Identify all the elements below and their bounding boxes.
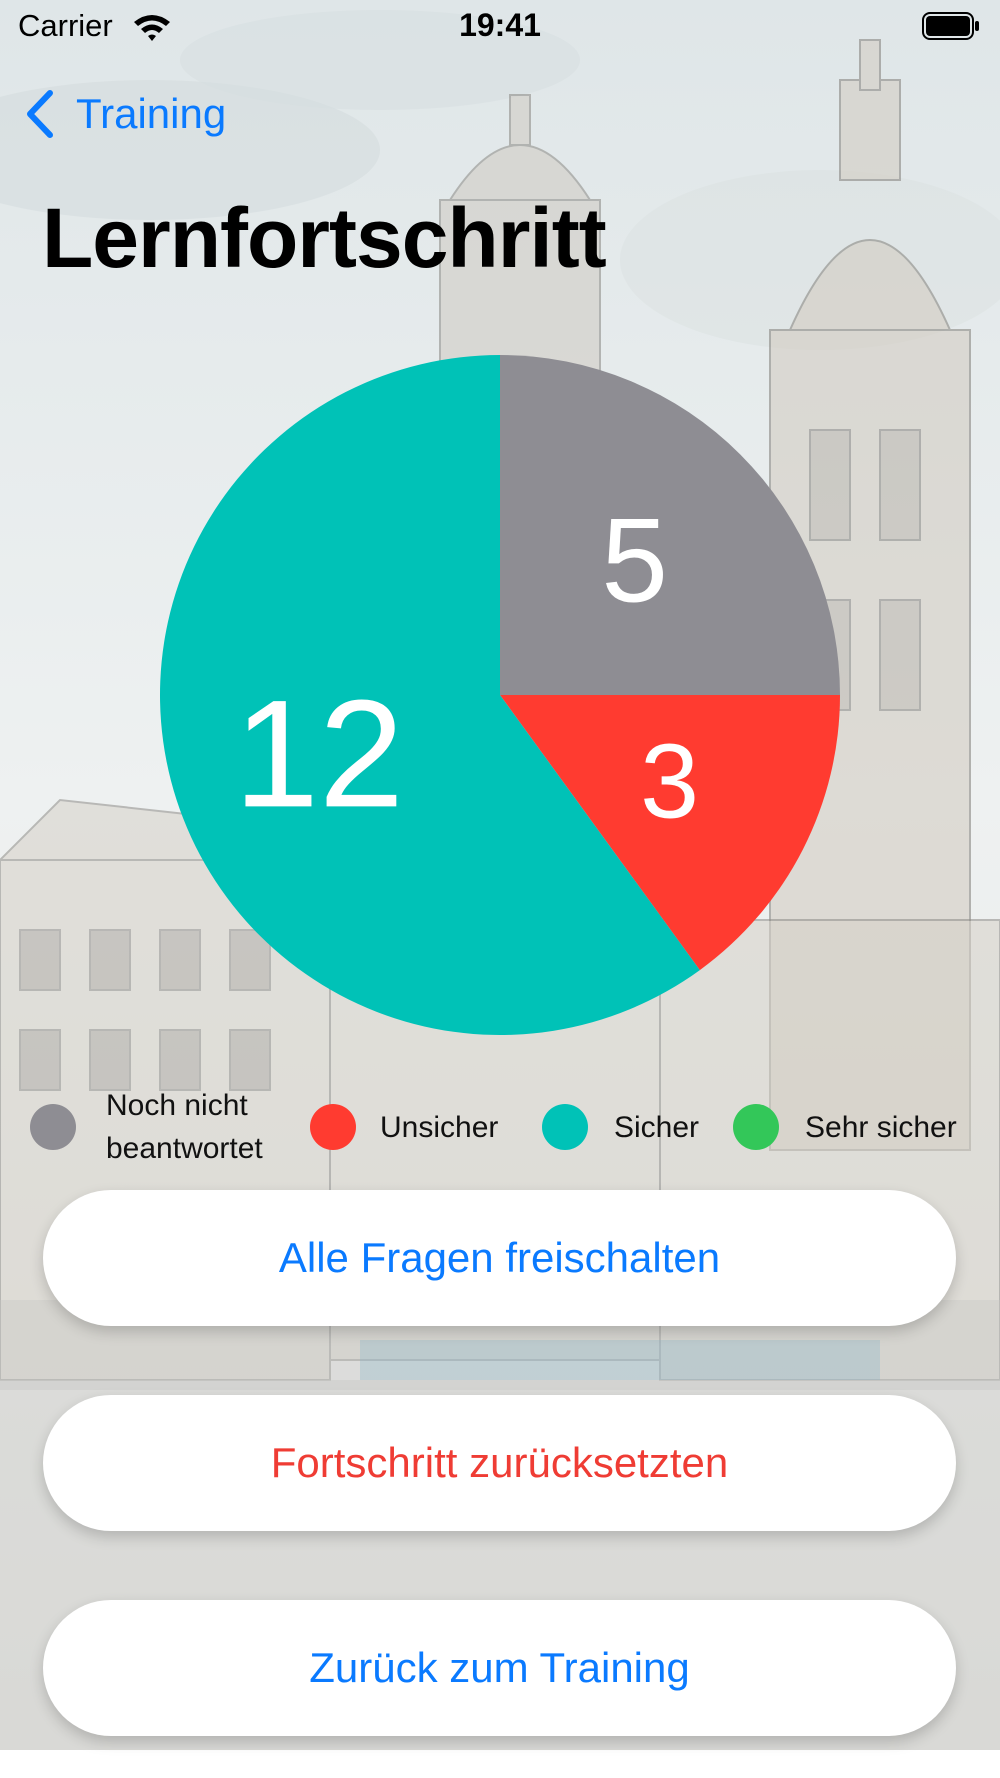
- legend-dot: [30, 1104, 76, 1150]
- page-title: Lernfortschritt: [42, 191, 607, 285]
- legend-item-sure: Sicher: [542, 1084, 699, 1170]
- legend-dot: [542, 1104, 588, 1150]
- back-to-training-button[interactable]: Zurück zum Training: [43, 1600, 956, 1736]
- progress-pie-chart: 5 3 12: [159, 355, 840, 1035]
- back-button[interactable]: Training: [20, 84, 226, 144]
- pie-slice-label: 12: [234, 668, 404, 839]
- pie-slice: [500, 355, 840, 695]
- status-bar: Carrier 19:41: [0, 0, 1000, 56]
- legend-label-line1: Noch nicht: [106, 1089, 248, 1122]
- battery-icon: [922, 12, 979, 40]
- legend-dot: [310, 1104, 356, 1150]
- legend-label: Sicher: [614, 1110, 700, 1144]
- status-time: 19:41: [459, 7, 541, 43]
- pie-slice-label: 3: [640, 722, 699, 840]
- legend-label-line2: beantwortet: [106, 1132, 263, 1165]
- chevron-left-icon: [27, 90, 53, 138]
- legend-item-unsure: Unsicher: [310, 1084, 498, 1170]
- legend-label: Sehr sicher: [805, 1110, 957, 1144]
- legend-item-very-sure: Sehr sicher: [733, 1084, 957, 1170]
- legend-dot: [733, 1104, 779, 1150]
- legend-item-not-answered: Noch nicht beantwortet: [30, 1084, 263, 1170]
- reset-progress-button[interactable]: Fortschritt zurücksetzten: [43, 1395, 956, 1531]
- chart-legend: Noch nicht beantwortet Unsicher Sicher S…: [0, 1084, 1000, 1174]
- pie-slice-label: 5: [601, 493, 668, 627]
- back-button-label: Training: [76, 90, 227, 137]
- unlock-all-questions-button[interactable]: Alle Fragen freischalten: [43, 1190, 956, 1326]
- legend-label: Unsicher: [380, 1110, 499, 1144]
- legend-label: Noch nicht beantwortet: [106, 1084, 263, 1170]
